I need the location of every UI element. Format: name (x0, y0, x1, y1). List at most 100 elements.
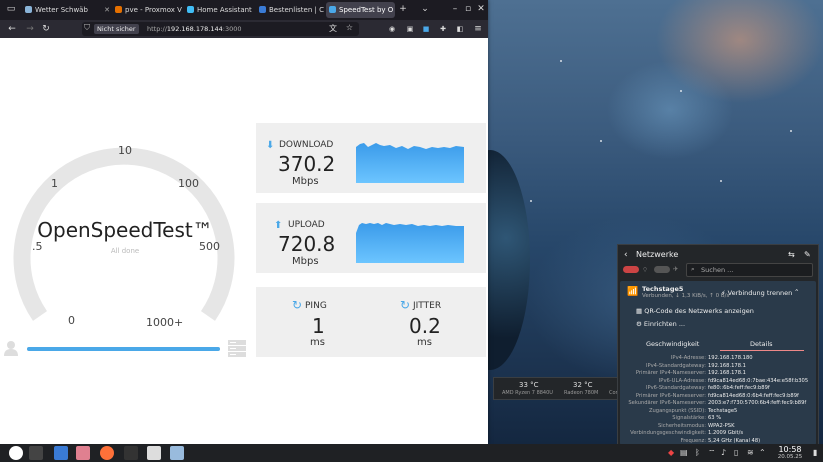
jitter-unit: ms (417, 337, 432, 348)
chevron-up-icon[interactable]: ⌃ (759, 447, 766, 459)
firefox-icon[interactable] (100, 446, 114, 460)
panel-title: Netzwerke (636, 250, 679, 259)
star (600, 140, 602, 142)
wifi-tray-icon[interactable]: ≋ (747, 447, 754, 459)
extensions-puzzle-icon[interactable]: ✚ (437, 23, 449, 35)
bluetooth-icon[interactable]: ᛒ (695, 447, 700, 459)
ping-value: 1 (312, 314, 325, 338)
cpu-temp-label: AMD Ryzen 7 8840U (502, 390, 553, 396)
home-assistant-icon (187, 6, 194, 13)
ping-unit: ms (310, 337, 325, 348)
tab-label: Bestenlisten | C (269, 6, 324, 14)
volume-icon[interactable]: ♪ (721, 447, 726, 459)
detail-key: Frequenz: (680, 437, 706, 444)
setup-button[interactable]: ⚙ Einrichten ... (636, 320, 685, 328)
bookmark-star-icon[interactable]: ☆ (346, 23, 353, 32)
new-tab-button[interactable]: + (398, 3, 408, 15)
download-card: ⬇ DOWNLOAD 370.2 Mbps (256, 123, 486, 193)
status-text: All done (110, 247, 140, 255)
detail-key: IPv6-ULA-Adresse: (658, 377, 706, 384)
tab-speedtest[interactable]: SpeedTest by O (326, 2, 395, 18)
download-graph (356, 143, 464, 183)
detail-value: 1.2009 Gbit/s (708, 430, 744, 436)
qr-code-button[interactable]: ▦ QR-Code des Netzwerks anzeigen (636, 307, 754, 315)
setup-label: Einrichten ... (643, 320, 686, 328)
jitter-label: JITTER (413, 301, 442, 311)
discover-icon[interactable] (54, 446, 68, 460)
maximize-icon[interactable]: ▫ (463, 3, 473, 15)
user-icon (4, 341, 18, 356)
clipboard-icon[interactable]: ▤ (680, 447, 688, 459)
pin-icon[interactable]: ✎ (804, 250, 811, 259)
tab-list-icon[interactable]: ▭ (6, 3, 16, 15)
detail-key: IPv4-Standardgateway: (645, 362, 706, 369)
detail-key: IPv6-Standardgateway: (645, 385, 706, 391)
menu-icon[interactable]: ≡ (472, 23, 484, 35)
terminal-icon[interactable] (124, 446, 138, 460)
minimize-icon[interactable]: – (450, 3, 460, 15)
pocket-icon[interactable]: ◉ (386, 23, 398, 35)
translate-icon[interactable]: 文 (329, 23, 337, 34)
network-icon[interactable]: ⌔ (708, 447, 716, 459)
chevron-up-icon[interactable]: ⌃ (794, 288, 799, 296)
star (790, 130, 792, 132)
connection-status: Verbunden, ↓ 1,3 KiB/s, ↑ 0 B/s (642, 293, 730, 299)
wifi-toggle[interactable] (623, 266, 639, 273)
back-icon[interactable]: ‹ (624, 250, 628, 260)
app-launcher-icon[interactable] (9, 446, 23, 460)
tab-details[interactable]: Details (750, 340, 773, 348)
tab-label: pve - Proxmox V (125, 6, 182, 14)
airplane-icon: ✈ (673, 265, 679, 273)
airplane-toggle[interactable] (654, 266, 670, 273)
close-icon[interactable]: ✕ (104, 2, 110, 18)
shield-icon: ⛉ (84, 23, 90, 32)
show-desktop-icon[interactable]: ▮ (813, 447, 817, 459)
detail-value: fd9ca814ed68:0:6b4:feff:fec9:b89f (708, 392, 799, 399)
detail-value: WPA2-PSK (708, 422, 735, 429)
wifi-icon: ⌔ (642, 266, 649, 274)
url-bar[interactable]: ⛉ Nicht sicher http://192.168.178.144:30… (82, 22, 359, 36)
search-icon: ⌕ (691, 265, 695, 273)
extension-icon[interactable]: ▣ (404, 23, 416, 35)
reload-icon[interactable]: ↻ (40, 23, 52, 35)
chevron-down-icon[interactable]: ⌄ (420, 3, 430, 15)
ping-label: PING (305, 301, 327, 311)
detail-key: IPv4-Adresse: (670, 355, 706, 361)
navigation-bar: ← → ↻ ⛉ Nicht sicher http://192.168.178.… (0, 20, 488, 38)
upload-graph (356, 223, 464, 263)
download-value: 370.2 (278, 152, 336, 176)
file-manager-icon[interactable] (76, 446, 90, 460)
clock-time: 10:58 (778, 445, 802, 454)
tab-label: Wetter Schwäb (35, 6, 88, 14)
tab-home-assistant[interactable]: Home Assistant (184, 2, 257, 18)
disconnect-button[interactable]: ⚡ Verbindung trennen (721, 289, 792, 297)
detail-key: Primärer IPv6-Nameserver: (635, 392, 706, 399)
cpu-temp-value: 33 °C (519, 381, 539, 389)
close-window-icon[interactable]: ✕ (476, 3, 486, 15)
forward-icon[interactable]: → (24, 23, 36, 35)
server-icon (228, 340, 246, 357)
tab-wetter[interactable]: Wetter Schwäb ✕ (22, 2, 113, 18)
tab-proxmox[interactable]: pve - Proxmox V (112, 2, 185, 18)
speed-gauge (13, 147, 235, 321)
image-viewer-icon[interactable] (170, 446, 184, 460)
battery-icon[interactable]: ▯ (734, 447, 738, 459)
configure-icon[interactable]: ⇆ (788, 250, 795, 259)
clock[interactable]: 10:58 20.05.25 (770, 445, 810, 460)
document-icon[interactable] (147, 446, 161, 460)
disconnect-label: Verbindung trennen (727, 289, 793, 297)
tab-bestenlisten[interactable]: Bestenlisten | C (256, 2, 327, 18)
anydesk-icon[interactable]: ◆ (668, 447, 674, 459)
tab-label: Home Assistant (197, 6, 252, 14)
latency-card: ↻ PING 1 ms ↻ JITTER 0.2 ms (256, 287, 486, 357)
network-search-input[interactable]: ⌕ Suchen ... (686, 263, 813, 277)
workspace-icon[interactable] (29, 446, 43, 460)
security-badge[interactable]: Nicht sicher (94, 24, 139, 34)
upload-label: UPLOAD (288, 220, 325, 230)
tools-icon[interactable]: ◧ (454, 23, 466, 35)
gauge-tick: 1000+ (146, 316, 184, 329)
bitwarden-icon[interactable]: ■ (420, 23, 432, 35)
tab-speed[interactable]: Geschwindigkeit (646, 340, 699, 348)
detail-value: fe80::6b4:feff:fec9:b89f (708, 385, 770, 391)
back-icon[interactable]: ← (6, 23, 18, 35)
